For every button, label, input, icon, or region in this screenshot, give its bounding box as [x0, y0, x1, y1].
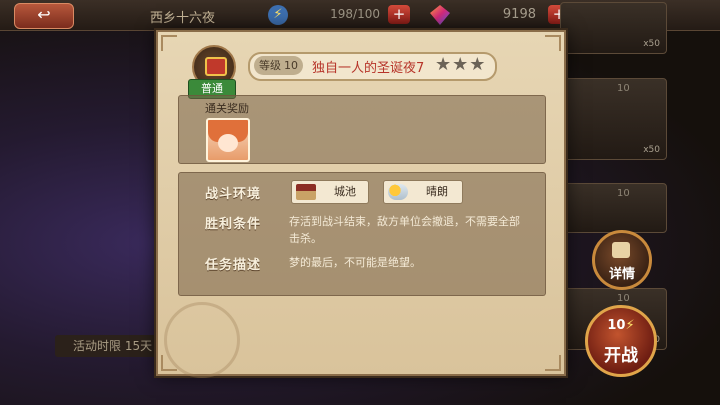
start-battle-button[interactable]: 10⚡ 开战 — [585, 305, 657, 377]
location-tag: 城池 — [291, 180, 369, 204]
gem-icon — [430, 5, 450, 25]
weather-text: 晴朗 — [426, 185, 448, 198]
start-battle-label: 开战 — [604, 346, 638, 366]
area-title: 西乡十六夜 — [150, 11, 216, 26]
lightning-icon: ⚡ — [625, 318, 635, 333]
energy-value: 198/100 — [330, 7, 380, 21]
gem-value: 9198 — [502, 7, 536, 22]
corner-ornament — [545, 355, 561, 371]
side-energy: 10 — [617, 83, 630, 94]
description-text: 梦的最后，不可能是绝望。 — [289, 256, 421, 269]
back-button[interactable]: ↩ — [14, 3, 74, 29]
level-indicator: 等级 10 — [254, 56, 303, 75]
battle-cost: 10⚡ — [588, 318, 654, 333]
side-energy: 10 — [617, 293, 630, 304]
reward-panel: 通关奖励 — [178, 95, 546, 164]
reward-title: 通关奖励 — [205, 102, 249, 115]
star-rating: ★★★ — [435, 55, 486, 75]
cost-value: 10 — [607, 318, 626, 333]
add-energy-button[interactable]: + — [388, 5, 410, 24]
victory-label: 胜利条件 — [205, 217, 262, 232]
details-button[interactable]: 详情 — [592, 230, 652, 290]
star-icon: ★ — [469, 54, 486, 75]
sunny-icon — [388, 184, 408, 200]
side-stage-card[interactable]: x50 — [560, 2, 667, 54]
stage-title: 独自一人的圣诞夜7 — [312, 61, 425, 76]
chest-box — [205, 57, 227, 76]
level-value: 10 — [284, 59, 298, 72]
side-energy: 10 — [617, 188, 630, 199]
back-arrow-icon: ↩ — [37, 5, 51, 24]
star-icon: ★ — [452, 54, 469, 75]
side-stage-card[interactable]: 10 x50 — [560, 78, 667, 160]
corner-ornament — [161, 35, 177, 51]
description-label: 任务描述 — [205, 258, 262, 273]
details-label: 详情 — [608, 267, 635, 282]
stage-info-dialog: 普通 等级 10 独自一人的圣诞夜7 ★★★ 通关奖励 战斗环境 城池 晴朗 胜利… — [156, 30, 566, 378]
side-stage-card[interactable]: 10 — [560, 183, 667, 233]
side-count: x50 — [643, 39, 660, 49]
environment-label: 战斗环境 — [205, 187, 262, 202]
location-text: 城池 — [334, 185, 356, 198]
corner-ornament — [545, 35, 561, 51]
victory-text: 存活到战斗结束，敌方单位会撤退，不需要全部击杀。 — [289, 215, 520, 245]
character-portrait-icon[interactable] — [206, 118, 250, 162]
level-label: 等级 — [259, 59, 281, 72]
weather-tag: 晴朗 — [383, 180, 463, 204]
star-icon: ★ — [435, 54, 452, 75]
stage-title-bar: 等级 10 独自一人的圣诞夜7 ★★★ — [248, 52, 497, 81]
scroll-icon — [612, 242, 630, 258]
battle-info-panel: 战斗环境 城池 晴朗 胜利条件 存活到战斗结束，敌方单位会撤退，不需要全部击杀。… — [178, 172, 546, 296]
side-count: x50 — [643, 145, 660, 155]
portrait-face — [218, 134, 238, 152]
city-icon — [296, 184, 316, 200]
compass-watermark — [164, 302, 240, 378]
lightning-icon: ⚡ — [268, 5, 288, 25]
